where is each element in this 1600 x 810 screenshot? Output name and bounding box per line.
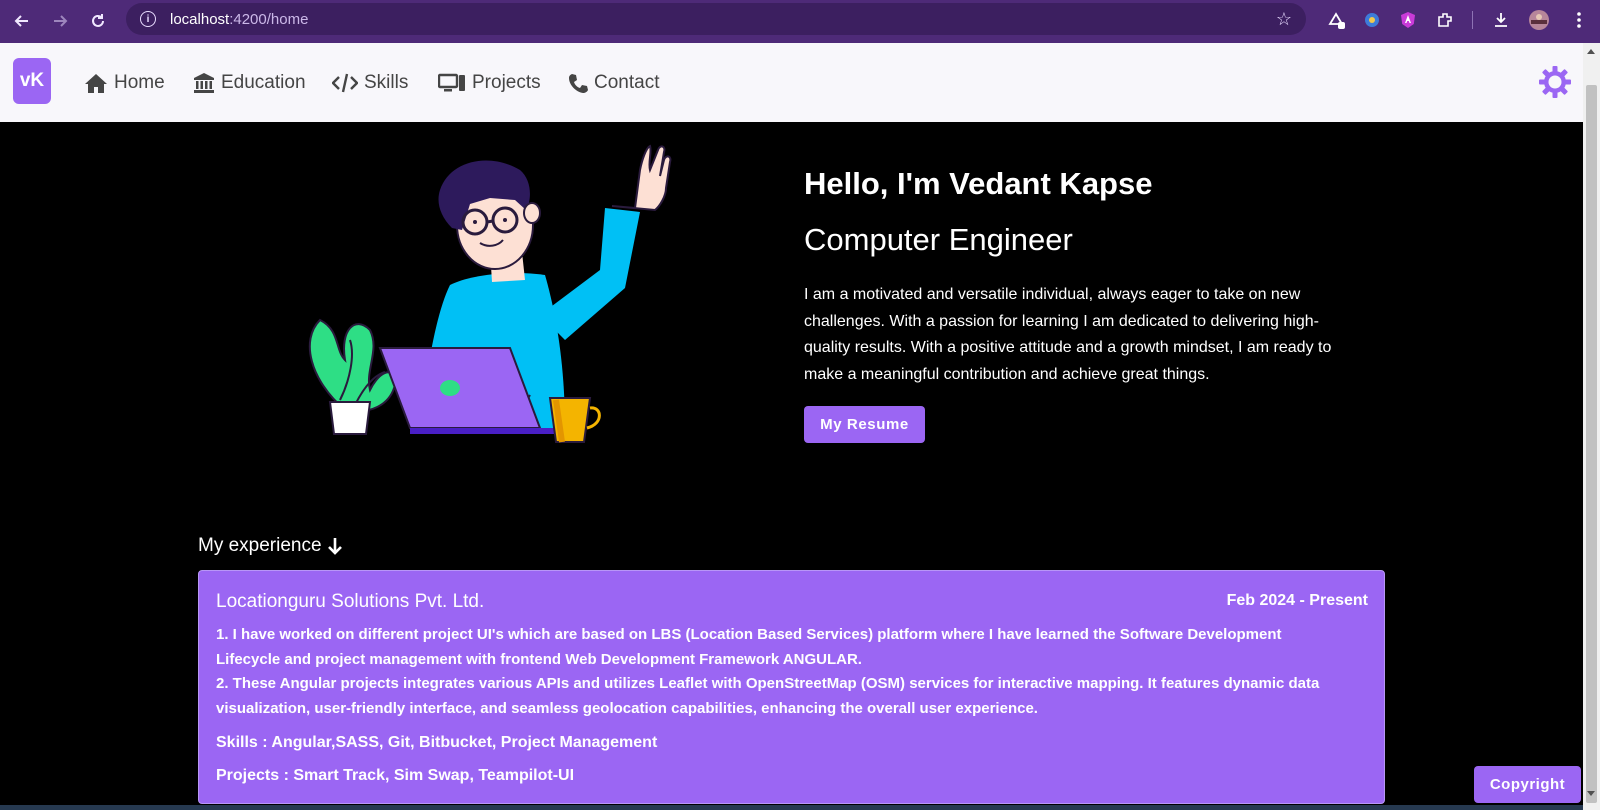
arrow-down-icon: [327, 538, 342, 555]
gear-icon: [1539, 66, 1571, 98]
nav-skills-label: Skills: [364, 72, 409, 93]
nav-projects-label: Projects: [472, 72, 541, 93]
arrow-left-icon: [14, 15, 28, 27]
hero-role: Computer Engineer: [804, 222, 1073, 257]
theme-toggle-button[interactable]: [1538, 65, 1572, 99]
address-bar[interactable]: i localhost:4200/home ☆: [126, 3, 1306, 35]
extension-puzzle-badge-icon[interactable]: [1325, 9, 1347, 31]
copyright-button[interactable]: Copyright: [1474, 766, 1581, 803]
browser-toolbar: i localhost:4200/home ☆: [0, 0, 1600, 43]
experience-projects: Projects : Smart Track, Sim Swap, Teampi…: [216, 767, 575, 784]
nav-projects[interactable]: Projects: [438, 69, 541, 97]
logo[interactable]: vK: [13, 58, 51, 104]
hero-title: Hello, I'm Vedant Kapse: [804, 166, 1153, 201]
bottom-strip: [0, 805, 1583, 810]
experience-point: 1. I have worked on different project UI…: [216, 626, 1282, 668]
experience-skills: Skills : Angular,SASS, Git, Bitbucket, P…: [216, 734, 658, 751]
experience-point: 2. These Angular projects integrates var…: [216, 675, 1320, 717]
nav-contact[interactable]: Contact: [568, 69, 659, 97]
site-navbar: vK Home Education Skills Projects Contac…: [0, 43, 1583, 122]
bank-icon: [194, 73, 214, 93]
download-icon[interactable]: [1490, 9, 1512, 31]
forward-button[interactable]: [47, 8, 73, 34]
profile-avatar[interactable]: [1528, 9, 1550, 31]
nav-contact-label: Contact: [594, 72, 660, 93]
nav-education[interactable]: Education: [193, 69, 306, 97]
resume-button[interactable]: My Resume: [804, 406, 925, 443]
arrow-right-icon: [54, 15, 68, 27]
page-scrollbar[interactable]: [1583, 43, 1600, 810]
nav-home[interactable]: Home: [84, 69, 165, 97]
scroll-up-arrow[interactable]: [1587, 49, 1595, 54]
scrollbar-thumb[interactable]: [1586, 85, 1597, 803]
nav-skills[interactable]: Skills: [332, 69, 408, 97]
nav-education-label: Education: [221, 72, 306, 93]
desktop-icon: [438, 73, 465, 92]
url-path: :4200/home: [229, 10, 309, 28]
site-info-icon[interactable]: i: [140, 11, 156, 27]
code-icon: [332, 73, 358, 93]
experience-company: Locationguru Solutions Pvt. Ltd.: [216, 591, 485, 612]
reload-icon: [92, 14, 104, 27]
phone-icon: [569, 74, 588, 93]
experience-heading-label: My experience: [198, 535, 322, 556]
experience-heading: My experience: [198, 535, 344, 557]
nav-home-label: Home: [114, 72, 165, 93]
menu-kebab-icon[interactable]: [1568, 9, 1590, 31]
reload-button[interactable]: [85, 8, 111, 34]
extension-angular-icon[interactable]: [1397, 9, 1419, 31]
scroll-down-arrow[interactable]: [1587, 791, 1595, 796]
url-host: localhost: [170, 10, 230, 28]
toolbar-divider: [1472, 11, 1473, 29]
url-text: localhost:4200/home: [170, 11, 308, 28]
experience-card: Locationguru Solutions Pvt. Ltd. Feb 202…: [198, 570, 1385, 804]
back-button[interactable]: [9, 8, 35, 34]
developer-illustration: [308, 144, 672, 443]
hero-description: I am a motivated and versatile individua…: [804, 286, 1332, 383]
extensions-icon[interactable]: [1434, 9, 1456, 31]
home-icon: [85, 74, 107, 93]
experience-date: Feb 2024 - Present: [1226, 592, 1368, 609]
extension-shield-icon[interactable]: [1361, 9, 1383, 31]
bookmark-star-icon[interactable]: ☆: [1276, 9, 1292, 30]
